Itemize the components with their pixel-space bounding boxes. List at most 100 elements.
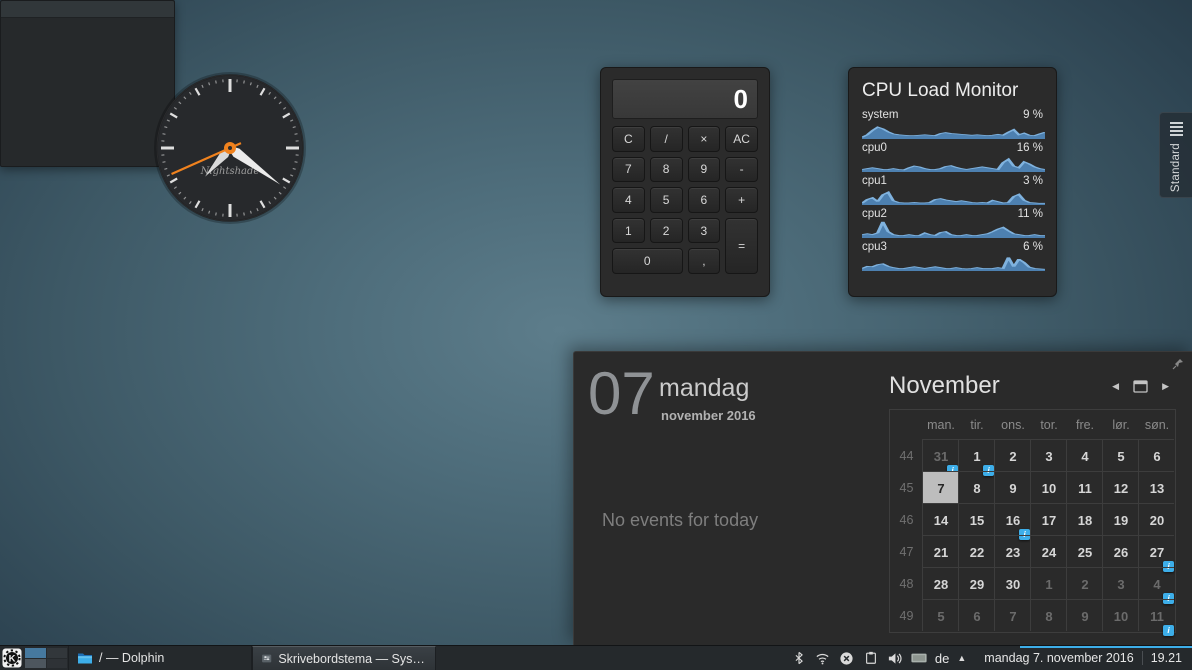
calendar-day-cell[interactable]: 9 — [995, 472, 1031, 504]
application-launcher-button[interactable]: K — [0, 646, 24, 670]
pager-desktop-3[interactable] — [25, 658, 46, 668]
today-icon[interactable] — [1133, 379, 1148, 393]
analog-clock-face: Nightshade — [154, 72, 306, 224]
week-number: 47 — [899, 545, 914, 559]
calendar-day-cell[interactable]: 11 — [1067, 472, 1103, 504]
calendar-day-cell[interactable]: 22 — [959, 536, 995, 568]
pager-desktop-4[interactable] — [46, 658, 67, 668]
calendar-day-cell[interactable]: 18 — [1067, 504, 1103, 536]
calendar-day-cell[interactable]: 15 — [959, 504, 995, 536]
cpu-value: 11 % — [1017, 208, 1043, 220]
pager-desktop-2[interactable] — [46, 648, 67, 658]
calc-key-9[interactable]: 9 — [687, 156, 721, 183]
virtual-desktop-pager[interactable] — [24, 646, 68, 670]
calendar-day-cell[interactable]: 23 — [995, 536, 1031, 568]
calendar-day-cell[interactable]: 10 — [1103, 600, 1139, 632]
calendar-day-cell[interactable]: 26 — [1103, 536, 1139, 568]
calendar-day-cell[interactable]: 8 — [1031, 600, 1067, 632]
calendar-day-cell[interactable]: 5 — [923, 600, 959, 632]
calc-key-8[interactable]: 8 — [649, 156, 683, 183]
calendar-day-cell[interactable]: 7 — [995, 600, 1031, 632]
calendar-day-cell[interactable]: 29 — [959, 568, 995, 600]
network-offline-icon[interactable] — [839, 650, 855, 666]
calc-key-3[interactable]: 3 — [687, 217, 721, 244]
cpu-monitor-title: CPU Load Monitor — [862, 80, 1019, 101]
calc-key-clear[interactable]: C — [612, 126, 645, 152]
wifi-icon[interactable] — [815, 650, 831, 666]
calendar-day-cell[interactable]: 21 — [923, 536, 959, 568]
activity-tab[interactable]: Standard — [1159, 112, 1192, 198]
calendar-day-cell[interactable]: 12 — [1103, 472, 1139, 504]
calc-key-allclear[interactable]: AC — [725, 126, 758, 152]
calendar-day-cell[interactable]: 7 — [923, 472, 959, 504]
analog-clock-widget[interactable]: Nightshade — [150, 68, 310, 228]
cpu-sparkline — [862, 221, 1045, 238]
hamburger-icon — [1169, 122, 1183, 136]
pin-icon[interactable] — [1171, 357, 1185, 371]
calc-key-4[interactable]: 4 — [612, 187, 645, 213]
calendar-day-cell[interactable]: 1i — [959, 440, 995, 476]
calendar-day-cell[interactable]: 6 — [1139, 440, 1175, 472]
task-systemsettings[interactable]: Skrivebordstema — Systeminnstil... — [252, 646, 436, 670]
cpu-label: cpu1 — [862, 175, 887, 187]
calendar-day-cell[interactable]: 13 — [1139, 472, 1175, 504]
clipboard-icon[interactable] — [863, 650, 879, 666]
calc-key-equals[interactable]: = — [725, 217, 758, 274]
notes-widget[interactable] — [0, 0, 1174, 660]
kde-logo-icon: K — [2, 648, 22, 668]
calendar-day-cell[interactable]: 2 — [995, 440, 1031, 472]
calendar-day-cell[interactable]: 17 — [1031, 504, 1067, 536]
system-tray: de ▲ — [785, 646, 972, 670]
calc-key-7[interactable]: 7 — [612, 156, 645, 183]
taskbar-panel: K / — Dolphin Skrivebordstema — Systemin… — [0, 645, 1192, 670]
calendar-day-cell[interactable]: 27 i — [1139, 536, 1175, 572]
calendar-day-cell[interactable]: 3 — [1031, 440, 1067, 472]
panel-time: 19.21 — [1150, 651, 1182, 665]
calc-key-comma[interactable]: , — [687, 248, 721, 274]
task-dolphin[interactable]: / — Dolphin — [68, 646, 252, 670]
calendar-day-cell[interactable]: 19 — [1103, 504, 1139, 536]
calendar-day-cell[interactable]: 5 — [1103, 440, 1139, 472]
calc-key-2[interactable]: 2 — [649, 217, 683, 244]
calendar-day-cell[interactable]: 10 — [1031, 472, 1067, 504]
keyboard-indicator-icon[interactable] — [911, 650, 927, 666]
calendar-day-cell[interactable]: 20 — [1139, 504, 1175, 536]
calc-key-multiply[interactable]: × — [687, 126, 721, 152]
calendar-day-cell[interactable]: 30 — [995, 568, 1031, 600]
task-label: Skrivebordstema — Systeminnstil... — [278, 651, 427, 666]
previous-month-button[interactable]: ◀ — [1112, 379, 1119, 393]
calendar-day-cell[interactable]: 9 — [1067, 600, 1103, 632]
calendar-day-cell[interactable]: 6 — [959, 600, 995, 632]
calendar-day-cell[interactable]: 4 — [1067, 440, 1103, 472]
calendar-day-cell[interactable]: 31 i — [923, 440, 959, 476]
calc-key-minus[interactable]: - — [725, 156, 758, 183]
keyboard-layout-label[interactable]: de — [935, 651, 949, 666]
notes-widget-handle[interactable] — [1, 1, 174, 18]
cpu-row: cpu2 11 % — [862, 208, 1045, 238]
calc-key-divide[interactable]: / — [649, 126, 683, 152]
calendar-day-cell[interactable]: 2 — [1067, 568, 1103, 600]
calendar-day-cell[interactable]: 4i — [1139, 568, 1175, 604]
calendar-day-cell[interactable]: 24 — [1031, 536, 1067, 568]
calendar-day-cell[interactable]: 16 i — [995, 504, 1031, 540]
calc-key-5[interactable]: 5 — [649, 187, 683, 213]
calendar-day-cell[interactable]: 3 — [1103, 568, 1139, 600]
calendar-day-cell[interactable]: 11 i — [1139, 600, 1175, 636]
week-number: 45 — [899, 481, 914, 495]
next-month-button[interactable]: ▶ — [1162, 379, 1169, 393]
calendar-day-cell[interactable]: 8 — [959, 472, 995, 504]
calendar-day-cell[interactable]: 14 — [923, 504, 959, 536]
month-view: November ◀ ▶ man. tir. ons. tor. fre. lør. søn… — [889, 372, 1181, 636]
digital-clock[interactable]: mandag 7. november 2016 19.21 — [972, 646, 1192, 670]
calendar-day-cell[interactable]: 25 — [1067, 536, 1103, 568]
calendar-day-cell[interactable]: 1 — [1031, 568, 1067, 600]
calc-key-1[interactable]: 1 — [612, 217, 645, 244]
volume-icon[interactable] — [887, 650, 903, 666]
tray-expander-icon[interactable]: ▲ — [957, 653, 966, 663]
calc-key-plus[interactable]: + — [725, 187, 758, 213]
bluetooth-icon[interactable] — [791, 650, 807, 666]
calendar-day-cell[interactable]: 28 — [923, 568, 959, 600]
calc-key-0[interactable]: 0 — [612, 248, 683, 274]
calc-key-6[interactable]: 6 — [687, 187, 721, 213]
pager-desktop-1[interactable] — [25, 648, 46, 658]
